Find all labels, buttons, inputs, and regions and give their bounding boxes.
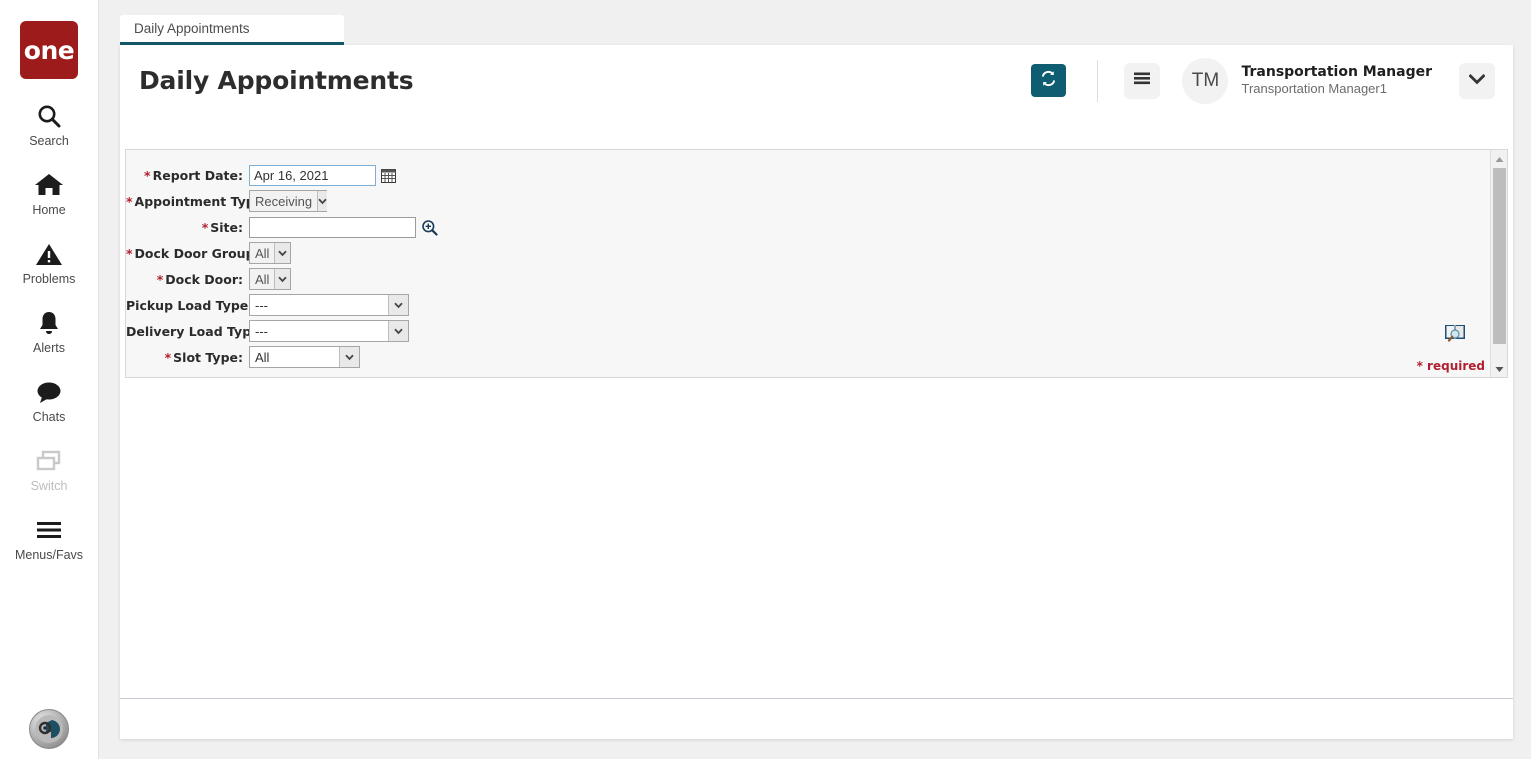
- tab-label: Daily Appointments: [134, 21, 250, 36]
- delivery-load-type-select[interactable]: ---: [249, 320, 409, 342]
- header-divider: [1097, 59, 1099, 102]
- tab-strip: Daily Appointments: [120, 15, 344, 45]
- site-input[interactable]: [249, 216, 416, 238]
- user-name: Transportation Manager: [1241, 63, 1432, 80]
- delivery-load-type-value: ---: [250, 321, 388, 341]
- main-stage: Daily Appointments Daily Appointments TM…: [99, 0, 1531, 759]
- chevron-down-icon: [388, 321, 408, 341]
- sidebar-item-search[interactable]: Search: [0, 101, 99, 148]
- tab-daily-appointments[interactable]: Daily Appointments: [120, 15, 344, 45]
- chevron-down-icon: [388, 295, 408, 315]
- appointment-type-value: Receiving: [250, 191, 318, 211]
- user-subtitle: Transportation Manager1: [1241, 81, 1387, 97]
- pickup-load-type-select[interactable]: ---: [249, 294, 409, 316]
- bell-icon: [36, 308, 62, 338]
- field-label-report-date: * Report Date:: [144, 167, 243, 183]
- required-note: * required: [1416, 359, 1485, 373]
- page-title: Daily Appointments: [139, 66, 414, 95]
- field-label-dock-door: * Dock Door:: [156, 271, 243, 287]
- avatar-initials: TM: [1191, 69, 1220, 91]
- sidebar-item-switch[interactable]: Switch: [0, 446, 99, 493]
- refresh-button[interactable]: [1031, 64, 1067, 97]
- hamburger-icon: [35, 515, 63, 545]
- form-row-appointment-type: * Appointment Type: Receiving: [126, 188, 1507, 214]
- chevron-down-icon: [274, 243, 290, 263]
- search-icon: [35, 101, 63, 131]
- user-info[interactable]: Transportation Manager Transportation Ma…: [1241, 64, 1432, 98]
- form-row-slot-type: * Slot Type: All: [126, 344, 1507, 370]
- sidebar-item-chats[interactable]: Chats: [0, 377, 99, 424]
- left-navigation-rail: one Search Home Problems Alerts Chats Sw…: [0, 0, 99, 759]
- dock-door-group-value: All: [250, 243, 275, 263]
- form-row-report-date: * Report Date: Apr 16, 2021: [126, 162, 1507, 188]
- field-label-delivery-load-type: Delivery Load Type:: [126, 323, 265, 339]
- chevron-down-icon: [1468, 72, 1486, 90]
- warning-icon: [35, 239, 63, 269]
- one-logo-text: one: [23, 35, 75, 65]
- search-plus-icon[interactable]: [421, 219, 438, 236]
- field-label-site: * Site:: [201, 219, 243, 235]
- assistant-avatar-icon[interactable]: [29, 709, 69, 749]
- form-rows: * Report Date: Apr 16, 2021 * Appointment …: [126, 150, 1507, 370]
- hamburger-icon: [1133, 71, 1151, 90]
- required-marker: *: [144, 167, 151, 183]
- dock-door-value: All: [250, 269, 275, 289]
- sidebar-item-label: Home: [32, 203, 66, 217]
- scrollbar-down-button[interactable]: [1490, 360, 1507, 378]
- chevron-down-icon: [339, 347, 359, 367]
- sidebar-item-alerts[interactable]: Alerts: [0, 308, 99, 355]
- avatar[interactable]: TM: [1182, 57, 1229, 104]
- one-logo[interactable]: one: [20, 21, 78, 79]
- field-label-appointment-type: * Appointment Type:: [126, 193, 269, 209]
- appointment-type-select[interactable]: Receiving: [249, 190, 328, 212]
- sidebar-item-menus-favs[interactable]: Menus/Favs: [0, 515, 99, 562]
- form-row-pickup-load-type: Pickup Load Type: ---: [126, 292, 1507, 318]
- sidebar-item-label: Problems: [22, 272, 76, 286]
- header-actions: TM Transportation Manager Transportation…: [1031, 57, 1495, 104]
- user-menu-button[interactable]: [1459, 62, 1495, 99]
- sidebar-item-label: Switch: [30, 479, 68, 493]
- calendar-icon[interactable]: [381, 168, 396, 183]
- scrollbar-thumb[interactable]: [1492, 168, 1506, 344]
- app-root: one Search Home Problems Alerts Chats Sw…: [0, 0, 1531, 759]
- sidebar-item-label: Alerts: [33, 341, 65, 355]
- form-panel-scrollbar[interactable]: [1490, 150, 1507, 377]
- sidebar-item-label: Chats: [32, 410, 66, 424]
- report-date-value: Apr 16, 2021: [254, 167, 329, 183]
- triangle-up-icon: [1495, 150, 1504, 168]
- chat-icon: [35, 377, 63, 407]
- scrollbar-up-button[interactable]: [1490, 150, 1507, 168]
- header-menu-button[interactable]: [1124, 62, 1161, 99]
- triangle-down-icon: [1495, 360, 1504, 378]
- pickup-load-type-value: ---: [250, 295, 388, 315]
- sidebar-item-label: Menus/Favs: [14, 548, 84, 562]
- page-card: Daily Appointments TM Transportation Man…: [120, 45, 1513, 739]
- field-label-pickup-load-type: Pickup Load Type:: [126, 297, 254, 313]
- form-row-dock-door: * Dock Door: All: [126, 266, 1507, 292]
- footer-separator: [120, 698, 1513, 699]
- field-label-slot-type: * Slot Type:: [164, 349, 243, 365]
- dock-door-select[interactable]: All: [249, 268, 291, 290]
- chevron-down-icon: [274, 269, 290, 289]
- chevron-down-icon: [317, 191, 328, 211]
- dock-door-group-select[interactable]: All: [249, 242, 291, 264]
- home-icon: [34, 170, 64, 200]
- sidebar-item-problems[interactable]: Problems: [0, 239, 99, 286]
- field-label-dock-door-group: * Dock Door Group:: [126, 245, 260, 261]
- sidebar-item-label: Search: [29, 134, 69, 148]
- slot-type-value: All: [250, 347, 339, 367]
- form-row-site: * Site:: [126, 214, 1507, 240]
- form-row-dock-door-group: * Dock Door Group: All: [126, 240, 1507, 266]
- book-lookup-icon[interactable]: [1444, 322, 1466, 347]
- slot-type-select[interactable]: All: [249, 346, 360, 368]
- form-row-delivery-load-type: Delivery Load Type: ---: [126, 318, 1507, 344]
- report-date-input[interactable]: Apr 16, 2021: [249, 164, 376, 186]
- scrollbar-track[interactable]: [1491, 345, 1508, 360]
- refresh-icon: [1039, 69, 1058, 93]
- switch-icon: [35, 446, 63, 476]
- sidebar-item-home[interactable]: Home: [0, 170, 99, 217]
- page-header: Daily Appointments TM Transportation Man…: [120, 45, 1513, 116]
- filter-form-panel: * Report Date: Apr 16, 2021 * Appointment …: [125, 149, 1508, 378]
